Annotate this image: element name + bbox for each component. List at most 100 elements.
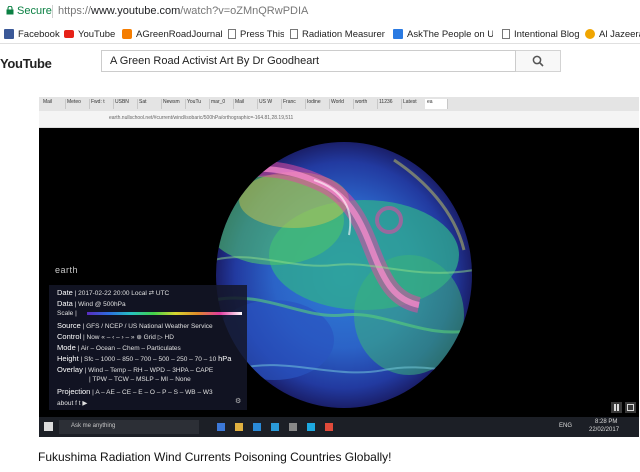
- overlay-value-2[interactable]: TPW – TCW – MSLP – MI – None: [92, 376, 190, 383]
- skype-icon[interactable]: [307, 423, 315, 431]
- settings-gear-icon[interactable]: ⚙: [235, 397, 241, 405]
- date-value[interactable]: 2017-02-22 20:00 Local: [78, 290, 147, 297]
- bookmark-facebook[interactable]: Facebook: [4, 27, 62, 41]
- overlay-value[interactable]: Wind – Temp – RH – WPD – 3HPA – CAPE: [88, 367, 213, 374]
- clock-date[interactable]: 22/02/2017: [589, 427, 619, 433]
- earth-control-panel: Date | 2017-02-22 20:00 Local ⇄ UTC Data…: [49, 285, 247, 410]
- bookmark-label: Facebook: [18, 28, 60, 40]
- dropbox-icon[interactable]: [271, 423, 279, 431]
- height-unit: hPa: [218, 354, 232, 363]
- video-tab: USBN: [113, 99, 138, 109]
- video-tab: US W: [257, 99, 282, 109]
- clock-time[interactable]: 8:28 PM: [595, 419, 617, 425]
- video-browser-tabs: Mail Meteo Fwd: t USBN Sat Newsm YouTu m…: [39, 97, 639, 111]
- scale-row: Scale |: [57, 310, 77, 317]
- search-button[interactable]: [516, 50, 561, 72]
- projection-value[interactable]: A – AE – CE – E – O – P – S – WB – W3: [95, 389, 212, 396]
- utc-toggle[interactable]: UTC: [156, 290, 169, 297]
- app-icon[interactable]: [325, 423, 333, 431]
- video-url: earth.nullschool.net/#current/wind/isoba…: [109, 115, 294, 121]
- app-icon[interactable]: [289, 423, 297, 431]
- youtube-icon[interactable]: ▶: [82, 400, 87, 407]
- url-scheme: https://: [58, 5, 92, 17]
- video-tab: Sat: [137, 99, 162, 109]
- height-row: Height | Sfc – 1000 – 850 – 700 – 500 – …: [57, 354, 232, 363]
- video-tab: mar_0: [209, 99, 234, 109]
- address-bar[interactable]: Secure https://www.youtube.com/watch?v=o…: [0, 0, 640, 25]
- video-tab: ea: [425, 99, 448, 109]
- bookmark-label: Al Jazeera: [599, 28, 640, 40]
- scale-label: Scale: [57, 310, 74, 317]
- control-row: Control | Now « – ‹ – › – » ⊕ Grid ▷ HD: [57, 332, 174, 341]
- video-tab: 11236: [377, 99, 402, 109]
- pause-button[interactable]: [611, 402, 622, 413]
- twitter-icon[interactable]: t: [79, 400, 81, 407]
- windows-start-icon[interactable]: [44, 422, 53, 431]
- overlay-row: Overlay | Wind – Temp – RH – WPD – 3HPA …: [57, 365, 214, 374]
- date-row: Date | 2017-02-22 20:00 Local ⇄ UTC: [57, 288, 170, 297]
- data-row: Data | Wind @ 500hPa: [57, 299, 126, 308]
- search-query: A Green Road Activist Art By Dr Goodhear…: [110, 55, 320, 67]
- earth-label: earth: [55, 265, 79, 275]
- search-input[interactable]: A Green Road Activist Art By Dr Goodhear…: [101, 50, 516, 72]
- bookmarks-bar: Facebook YouTube AGreenRoadJournal - Pre…: [0, 24, 640, 44]
- video-tab: Newsm: [161, 99, 186, 109]
- bookmark-al-jazeera[interactable]: Al Jazeera: [585, 27, 640, 41]
- search-icon: [532, 55, 544, 67]
- control-value[interactable]: Now « – ‹ – › – » ⊕ Grid ▷ HD: [87, 334, 174, 341]
- projection-label: Projection: [57, 387, 91, 396]
- video-tab: Mail: [233, 99, 258, 109]
- video-tab: Meteo: [65, 99, 90, 109]
- facebook-icon: [4, 29, 14, 39]
- video-browser-nav: earth.nullschool.net/#current/wind/isoba…: [39, 111, 639, 128]
- edge-icon[interactable]: [217, 423, 225, 431]
- taskbar-search-placeholder: Ask me anything: [71, 423, 116, 429]
- date-label: Date: [57, 288, 73, 297]
- earth-globe: [216, 142, 472, 408]
- language-indicator[interactable]: ENG: [559, 423, 572, 429]
- youtube-logo[interactable]: YouTube: [0, 56, 52, 71]
- mode-label: Mode: [57, 343, 76, 352]
- bookmark-asktheople[interactable]: AskThe People on US: [393, 27, 493, 41]
- bookmark-label: Intentional Blog: [514, 28, 580, 40]
- video-title: Fukushima Radiation Wind Currents Poison…: [38, 450, 392, 464]
- bookmark-intentional-blog[interactable]: Intentional Blog: [502, 27, 580, 41]
- url-path: /watch?v=oZMnQRwPDIA: [180, 5, 309, 17]
- url-text[interactable]: https://www.youtube.com/watch?v=oZMnQRwP…: [58, 5, 308, 17]
- address-separator: [52, 5, 53, 18]
- bookmark-agreenroadjournal[interactable]: AGreenRoadJournal -: [122, 27, 222, 41]
- video-player[interactable]: Mail Meteo Fwd: t USBN Sat Newsm YouTu m…: [39, 97, 639, 437]
- bookmark-label: AGreenRoadJournal -: [136, 28, 222, 40]
- bookmark-radiation-measurement[interactable]: Radiation Measureme: [290, 27, 385, 41]
- mode-row: Mode | Air – Ocean – Chem – Particulates: [57, 343, 181, 352]
- about-link[interactable]: about: [57, 400, 73, 407]
- page-icon: [502, 29, 510, 39]
- bookmark-press-this[interactable]: Press This: [228, 27, 284, 41]
- bookmark-label: YouTube: [78, 28, 116, 40]
- mode-value[interactable]: Air – Ocean – Chem – Particulates: [81, 345, 181, 352]
- wind-scale-bar: [87, 312, 242, 315]
- store-icon[interactable]: [253, 423, 261, 431]
- explorer-icon[interactable]: [235, 423, 243, 431]
- blogger-icon: [122, 29, 132, 39]
- page-icon: [228, 29, 236, 39]
- video-tab: Latest: [401, 99, 426, 109]
- page-icon: [290, 29, 298, 39]
- about-row: about f t ▶: [57, 399, 87, 407]
- bookmark-label: Radiation Measureme: [302, 28, 385, 40]
- fullscreen-button[interactable]: [625, 402, 636, 413]
- height-value[interactable]: Sfc – 1000 – 850 – 700 – 500 – 250 – 70 …: [84, 356, 216, 363]
- video-tab: Mail: [41, 99, 66, 109]
- u-icon: [393, 29, 403, 39]
- video-tab: Fwd: t: [89, 99, 114, 109]
- overlay-label: Overlay: [57, 365, 83, 374]
- video-tab: Franc: [281, 99, 306, 109]
- taskbar-search[interactable]: Ask me anything: [59, 420, 199, 434]
- height-label: Height: [57, 354, 79, 363]
- fullscreen-icon: [627, 404, 634, 411]
- bookmark-youtube[interactable]: YouTube: [64, 27, 118, 41]
- aljazeera-icon: [585, 29, 595, 39]
- source-value: GFS / NCEP / US National Weather Service: [86, 323, 213, 330]
- video-tab: Iodine: [305, 99, 330, 109]
- facebook-icon[interactable]: f: [75, 400, 77, 407]
